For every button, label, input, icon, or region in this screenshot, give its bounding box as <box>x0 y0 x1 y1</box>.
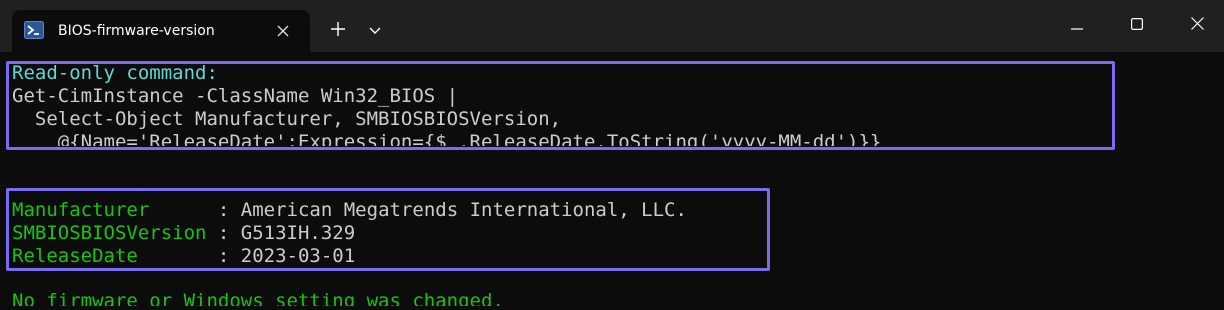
command-line: Get-CimInstance -ClassName Win32_BIOS | <box>12 85 459 107</box>
minimize-icon <box>1071 17 1083 35</box>
maximize-button[interactable] <box>1106 0 1168 52</box>
close-window-button[interactable] <box>1166 0 1224 52</box>
output-key: ReleaseDate <box>12 245 207 267</box>
output-key: Manufacturer <box>12 199 207 221</box>
close-icon <box>1190 17 1204 35</box>
output-row: ReleaseDate : 2023-03-01 <box>12 245 355 268</box>
command-line: Select-Object Manufacturer, SMBIOSBIOSVe… <box>12 108 562 130</box>
output-value: G513IH.329 <box>240 222 356 244</box>
new-tab-button[interactable] <box>320 10 356 52</box>
output-key: SMBIOSBIOSVersion <box>12 222 207 244</box>
tab-bios-firmware-version[interactable]: BIOS-firmware-version <box>12 10 310 52</box>
output-row: SMBIOSBIOSVersion : G513IH.329 <box>12 222 355 245</box>
powershell-icon <box>24 21 44 39</box>
output-value: 2023-03-01 <box>240 245 356 267</box>
output-row: Manufacturer : American Megatrends Inter… <box>12 199 687 222</box>
terminal-window: BIOS-firmware-version Read-only command:… <box>0 0 1224 310</box>
title-bar[interactable]: BIOS-firmware-version <box>0 0 1224 52</box>
output-separator: : <box>206 245 241 267</box>
tab-title: BIOS-firmware-version <box>58 23 215 39</box>
command-label: Read-only command: <box>12 62 218 84</box>
terminal-output[interactable]: Read-only command: Get-CimInstance -Clas… <box>0 52 1224 310</box>
plus-icon <box>331 21 345 41</box>
command-line: @{Name='ReleaseDate';Expression={$_.Rele… <box>12 131 882 146</box>
output-value: American Megatrends International, LLC. <box>240 199 687 221</box>
close-tab-icon[interactable] <box>272 20 294 42</box>
chevron-down-icon <box>369 22 381 40</box>
maximize-icon <box>1131 17 1144 35</box>
output-separator: : <box>206 199 241 221</box>
minimize-button[interactable] <box>1046 0 1108 52</box>
tab-dropdown-button[interactable] <box>358 10 392 52</box>
footer-message: No firmware or Windows setting was chang… <box>12 290 504 306</box>
output-separator: : <box>206 222 241 244</box>
